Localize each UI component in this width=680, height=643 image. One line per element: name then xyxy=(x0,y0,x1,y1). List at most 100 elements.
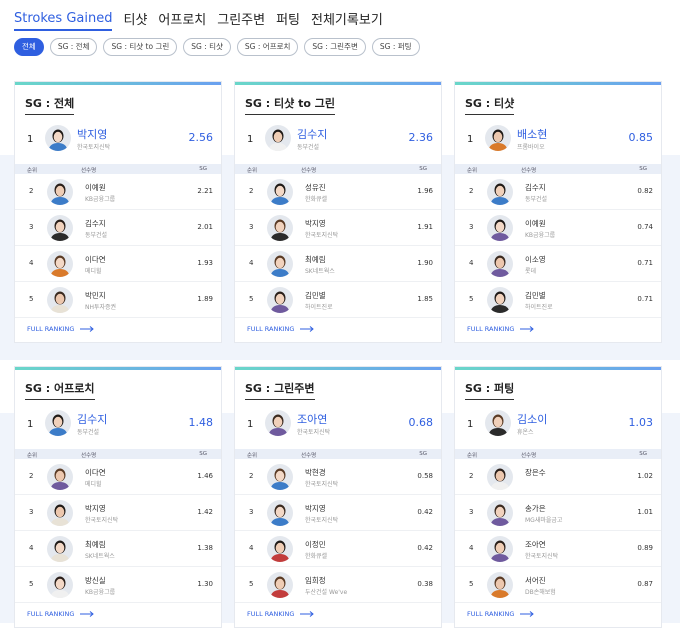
leader-row[interactable]: 1 김소이 휴온스 1.03 xyxy=(455,407,661,443)
player-team: 한국토지신탁 xyxy=(85,517,119,524)
leader-rank: 1 xyxy=(27,134,34,145)
player-avatar xyxy=(487,572,513,598)
table-row[interactable]: 3 김수지 동부건설 2.01 xyxy=(15,210,221,246)
leader-row[interactable]: 1 배소현 프롬바이오 0.85 xyxy=(455,122,661,158)
leader-row[interactable]: 1 박지영 한국토지신탁 2.56 xyxy=(15,122,221,158)
table-row[interactable]: 3 송가은 MG새마을금고 1.01 xyxy=(455,495,661,531)
table-row[interactable]: 4 조아연 한국토지신탁 0.89 xyxy=(455,531,661,567)
tab-approach[interactable]: 어프로치 xyxy=(158,9,206,31)
full-ranking-link[interactable]: FULL RANKING xyxy=(247,325,315,333)
filter-chip-sg-putting[interactable]: SG : 퍼팅 xyxy=(371,38,420,56)
sg-ranking-card: SG : 그린주변 1 조아연 한국토지신탁 0.68 순위 선수명 SG 2 박현경 한국토지신탁… xyxy=(234,366,442,628)
player-name[interactable]: 장은수 xyxy=(525,467,546,478)
player-name[interactable]: 박지영 xyxy=(305,503,326,514)
table-row[interactable]: 2 성유진 한화큐셀 1.96 xyxy=(235,174,441,210)
filter-chip-sg-around-green[interactable]: SG : 그린주변 xyxy=(304,38,366,56)
leader-name[interactable]: 조아연 xyxy=(297,411,327,427)
filter-chip-all[interactable]: 전체 xyxy=(14,38,44,56)
tab-tee-shot[interactable]: 티샷 xyxy=(123,9,147,31)
player-name[interactable]: 박지영 xyxy=(305,218,326,229)
row-rank: 4 xyxy=(29,544,34,552)
player-name[interactable]: 조아연 xyxy=(525,539,546,550)
sg-ranking-card: SG : 전체 1 박지영 한국토지신탁 2.56 순위 선수명 SG 2 이예원 KB금융그룹 2.… xyxy=(14,81,222,343)
player-name[interactable]: 성유진 xyxy=(305,182,326,193)
table-row[interactable]: 5 박민지 NH투자증권 1.89 xyxy=(15,282,221,318)
table-row[interactable]: 4 최예림 SK네트웍스 1.90 xyxy=(235,246,441,282)
player-name[interactable]: 이정민 xyxy=(305,539,326,550)
player-name[interactable]: 최예림 xyxy=(85,539,106,550)
filter-chip-sg-tee[interactable]: SG : 티샷 xyxy=(183,38,231,56)
leader-row[interactable]: 1 조아연 한국토지신탁 0.68 xyxy=(235,407,441,443)
tab-around-green[interactable]: 그린주변 xyxy=(217,9,265,31)
player-name[interactable]: 이예원 xyxy=(85,182,106,193)
filter-chip-sg-total[interactable]: SG : 전체 xyxy=(49,38,98,56)
filter-chip-sg-approach[interactable]: SG : 어프로치 xyxy=(236,38,299,56)
full-ranking-link[interactable]: FULL RANKING xyxy=(27,610,95,618)
table-row[interactable]: 5 임희정 두산건설 We've 0.38 xyxy=(235,567,441,603)
table-row[interactable]: 4 최예림 SK네트웍스 1.38 xyxy=(15,531,221,567)
table-row[interactable]: 3 이예원 KB금융그룹 0.74 xyxy=(455,210,661,246)
table-row[interactable]: 4 이다연 메디힐 1.93 xyxy=(15,246,221,282)
player-team: KB금융그룹 xyxy=(85,196,116,203)
leader-name[interactable]: 김수지 xyxy=(297,126,327,142)
tab-putting[interactable]: 퍼팅 xyxy=(276,9,300,31)
player-name[interactable]: 임희정 xyxy=(305,575,326,586)
table-header: 순위 선수명 SG xyxy=(455,164,661,174)
player-name[interactable]: 이소영 xyxy=(525,254,546,265)
table-header: 순위 선수명 SG xyxy=(235,449,441,459)
leader-score: 0.85 xyxy=(628,131,654,144)
table-row[interactable]: 5 김민별 하이트진로 0.71 xyxy=(455,282,661,318)
table-row[interactable]: 2 김수지 동부건설 0.82 xyxy=(455,174,661,210)
table-row[interactable]: 3 박지영 한국토지신탁 1.42 xyxy=(15,495,221,531)
table-row[interactable]: 4 이소영 롯데 0.71 xyxy=(455,246,661,282)
player-name[interactable]: 김수지 xyxy=(525,182,546,193)
full-ranking-link[interactable]: FULL RANKING xyxy=(247,610,315,618)
leader-team: 동부건설 xyxy=(77,429,100,436)
player-name[interactable]: 이다연 xyxy=(85,254,106,265)
full-ranking-link[interactable]: FULL RANKING xyxy=(467,325,535,333)
table-row[interactable]: 2 박현경 한국토지신탁 0.58 xyxy=(235,459,441,495)
player-name[interactable]: 박지영 xyxy=(85,503,106,514)
player-name[interactable]: 이다연 xyxy=(85,467,106,478)
leader-row[interactable]: 1 김수지 동부건설 1.48 xyxy=(15,407,221,443)
player-score: 0.74 xyxy=(637,223,653,231)
table-row[interactable]: 5 김민별 하이트진로 1.85 xyxy=(235,282,441,318)
player-team: 롯데 xyxy=(525,268,537,275)
player-name[interactable]: 김민별 xyxy=(525,290,546,301)
tab-all-records[interactable]: 전체기록보기 xyxy=(311,9,383,31)
player-name[interactable]: 송가은 xyxy=(525,503,546,514)
leader-name[interactable]: 김소이 xyxy=(517,411,547,427)
table-row[interactable]: 3 박지영 한국토지신탁 0.42 xyxy=(235,495,441,531)
leader-name[interactable]: 박지영 xyxy=(77,126,107,142)
leader-name[interactable]: 김수지 xyxy=(77,411,107,427)
player-name[interactable]: 김민별 xyxy=(305,290,326,301)
full-ranking-link[interactable]: FULL RANKING xyxy=(27,325,95,333)
player-score: 0.38 xyxy=(417,580,433,588)
table-row[interactable]: 2 이예원 KB금융그룹 2.21 xyxy=(15,174,221,210)
table-row[interactable]: 2 이다연 메디힐 1.46 xyxy=(15,459,221,495)
table-row[interactable]: 2 장은수 1.02 xyxy=(455,459,661,495)
card-title: SG : 티샷 xyxy=(465,95,515,115)
table-header: 순위 선수명 SG xyxy=(455,449,661,459)
player-score: 1.89 xyxy=(197,295,213,303)
leader-row[interactable]: 1 김수지 동부건설 2.36 xyxy=(235,122,441,158)
player-name[interactable]: 김수지 xyxy=(85,218,106,229)
player-name[interactable]: 방신실 xyxy=(85,575,106,586)
player-name[interactable]: 박민지 xyxy=(85,290,106,301)
player-name[interactable]: 박현경 xyxy=(305,467,326,478)
filter-chip-sg-tee-to-green[interactable]: SG : 티샷 to 그린 xyxy=(103,38,178,56)
player-name[interactable]: 최예림 xyxy=(305,254,326,265)
full-ranking-link[interactable]: FULL RANKING xyxy=(467,610,535,618)
player-name[interactable]: 서어진 xyxy=(525,575,546,586)
card-accent-line xyxy=(455,367,661,370)
player-name[interactable]: 이예원 xyxy=(525,218,546,229)
player-team: 동부건설 xyxy=(525,196,548,203)
tab-strokes-gained[interactable]: Strokes Gained xyxy=(14,11,113,31)
table-row[interactable]: 5 서어진 DB손해보험 0.87 xyxy=(455,567,661,603)
table-row[interactable]: 4 이정민 한화큐셀 0.42 xyxy=(235,531,441,567)
header-sg: SG xyxy=(419,451,427,457)
table-row[interactable]: 5 방신실 KB금융그룹 1.30 xyxy=(15,567,221,603)
table-row[interactable]: 3 박지영 한국토지신탁 1.91 xyxy=(235,210,441,246)
full-ranking-label: FULL RANKING xyxy=(247,325,295,333)
leader-name[interactable]: 배소현 xyxy=(517,126,547,142)
